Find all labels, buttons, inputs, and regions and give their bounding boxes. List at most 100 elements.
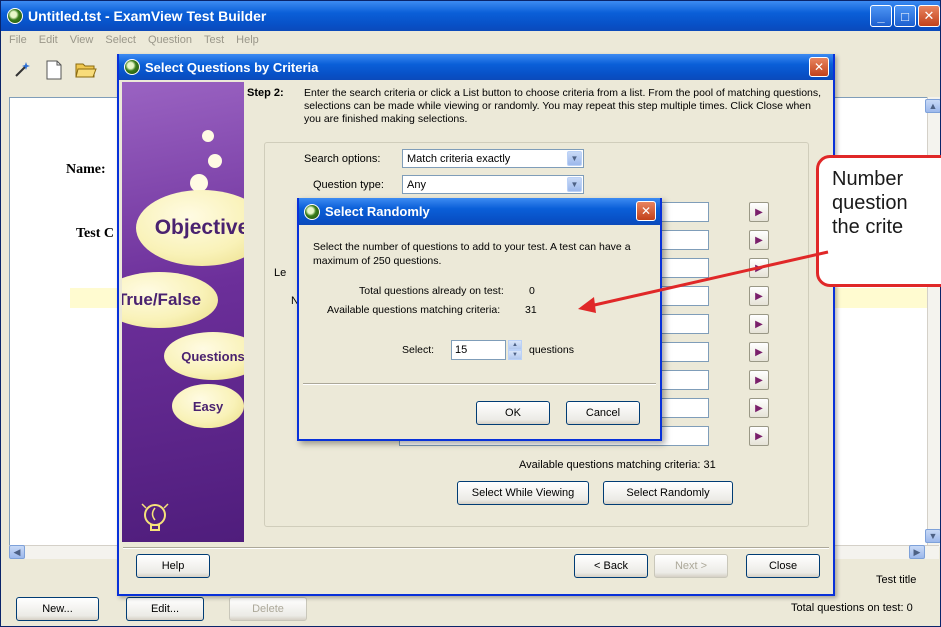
callout-line-1: Number bbox=[832, 168, 904, 190]
question-type-label: Question type: bbox=[313, 179, 384, 191]
select-count-input[interactable]: 15 bbox=[451, 340, 506, 360]
spin-up-icon[interactable]: ▲ bbox=[508, 340, 522, 350]
delete-label: Delete bbox=[252, 603, 284, 615]
questions-bubble: Questions bbox=[164, 332, 244, 380]
close-label: Close bbox=[768, 560, 798, 572]
total-questions-status: Total questions on test: 0 bbox=[791, 602, 913, 614]
spin-down-icon[interactable]: ▼ bbox=[508, 350, 522, 360]
minimize-button[interactable]: _ bbox=[870, 5, 892, 27]
bottom-bar: New... Edit... Delete Total questions on… bbox=[1, 591, 940, 626]
back-label: < Back bbox=[594, 560, 628, 572]
menu-help[interactable]: Help bbox=[236, 34, 259, 46]
help-label: Help bbox=[161, 560, 185, 572]
menu-select[interactable]: Select bbox=[105, 34, 136, 46]
available-questions-text: Available questions matching criteria: 3… bbox=[519, 459, 716, 471]
window-controls: _ □ ✕ bbox=[870, 5, 940, 27]
examview-logo-icon bbox=[304, 203, 320, 220]
random-dialog-close-button[interactable]: ✕ bbox=[636, 201, 656, 221]
random-dialog-description: Select the number of questions to add to… bbox=[313, 241, 631, 267]
new-test-button[interactable]: New... bbox=[16, 597, 99, 621]
true-false-bubble: True/False bbox=[122, 272, 218, 328]
select-while-viewing-label: Select While Viewing bbox=[471, 487, 575, 499]
ok-button[interactable]: OK bbox=[476, 401, 550, 425]
open-folder-icon[interactable] bbox=[75, 59, 97, 81]
quantity-stepper[interactable]: ▲ ▼ bbox=[508, 340, 522, 360]
delete-button[interactable]: Delete bbox=[229, 597, 307, 621]
menu-bar: File Edit View Select Question Test Help bbox=[1, 31, 940, 49]
list-button-icon[interactable]: ▶ bbox=[749, 202, 769, 222]
list-button-icon[interactable]: ▶ bbox=[749, 398, 769, 418]
search-options-value: Match criteria exactly bbox=[407, 152, 511, 165]
step-instructions: Enter the search criteria or click a Lis… bbox=[304, 87, 822, 125]
menu-test[interactable]: Test bbox=[204, 34, 224, 46]
true-false-bubble-label: True/False bbox=[122, 290, 202, 309]
name-label: Name: bbox=[66, 162, 106, 177]
objective-bubble-label: Objective bbox=[154, 216, 244, 239]
list-button-icon[interactable]: ▶ bbox=[749, 342, 769, 362]
bubble-dot bbox=[208, 154, 222, 168]
menu-view[interactable]: View bbox=[70, 34, 94, 46]
app-title: Untitled.tst - ExamView Test Builder bbox=[28, 8, 267, 24]
search-options-select[interactable]: Match criteria exactly ▼ bbox=[402, 149, 584, 168]
list-button-icon[interactable]: ▶ bbox=[749, 230, 769, 250]
step-label: Step 2: bbox=[247, 87, 284, 99]
annotation-callout: Number question the crite bbox=[816, 155, 941, 287]
criteria-dialog-close-button[interactable]: ✕ bbox=[809, 57, 829, 77]
new-document-icon[interactable] bbox=[43, 59, 65, 81]
select-count-label: Select: bbox=[402, 344, 435, 356]
help-button[interactable]: Help bbox=[136, 554, 210, 578]
back-button[interactable]: < Back bbox=[574, 554, 648, 578]
select-randomly-button[interactable]: Select Randomly bbox=[603, 481, 733, 505]
lightbulb-icon bbox=[138, 500, 172, 537]
app-titlebar[interactable]: Untitled.tst - ExamView Test Builder _ □… bbox=[1, 1, 940, 31]
callout-line-3: the crite bbox=[832, 216, 904, 238]
questions-bubble-label: Questions bbox=[181, 348, 244, 364]
ok-label: OK bbox=[505, 407, 521, 419]
dialog-separator bbox=[123, 547, 829, 549]
list-button-icon[interactable]: ▶ bbox=[749, 426, 769, 446]
random-dialog-titlebar[interactable]: Select Randomly ✕ bbox=[299, 198, 660, 225]
select-randomly-label: Select Randomly bbox=[626, 487, 710, 499]
total-questions-label: Total questions already on test: bbox=[359, 285, 504, 297]
menu-question[interactable]: Question bbox=[148, 34, 192, 46]
easy-bubble-label: Easy bbox=[192, 398, 224, 414]
chevron-down-icon[interactable]: ▼ bbox=[567, 177, 582, 192]
available-questions-label: Available questions matching criteria: bbox=[327, 304, 501, 316]
list-button-icon[interactable]: ▶ bbox=[749, 314, 769, 334]
total-questions-value: 0 bbox=[529, 285, 535, 297]
chevron-down-icon[interactable]: ▼ bbox=[567, 151, 582, 166]
easy-bubble: Easy bbox=[172, 384, 244, 428]
search-options-label: Search options: bbox=[304, 153, 381, 165]
question-type-select[interactable]: Any ▼ bbox=[402, 175, 584, 194]
criteria-dialog-titlebar[interactable]: Select Questions by Criteria ✕ bbox=[119, 54, 833, 80]
random-dialog-title: Select Randomly bbox=[325, 204, 430, 219]
select-while-viewing-button[interactable]: Select While Viewing bbox=[457, 481, 589, 505]
maximize-button[interactable]: □ bbox=[894, 5, 916, 27]
menu-edit[interactable]: Edit bbox=[39, 34, 58, 46]
list-button-icon[interactable]: ▶ bbox=[749, 286, 769, 306]
select-count-value: 15 bbox=[455, 344, 468, 356]
examview-logo-icon bbox=[7, 8, 23, 24]
list-button-icon[interactable]: ▶ bbox=[749, 370, 769, 390]
scroll-right-icon[interactable]: ▶ bbox=[909, 545, 925, 559]
scroll-left-icon[interactable]: ◀ bbox=[9, 545, 25, 559]
scroll-down-icon[interactable]: ▼ bbox=[925, 529, 940, 543]
level-label-partial: Le bbox=[274, 267, 287, 279]
test-label: Test C bbox=[76, 226, 114, 241]
scroll-up-icon[interactable]: ▲ bbox=[925, 99, 940, 113]
wand-icon[interactable] bbox=[11, 59, 33, 81]
close-window-button[interactable]: ✕ bbox=[918, 5, 940, 27]
criteria-dialog-title: Select Questions by Criteria bbox=[145, 59, 319, 75]
objective-bubble: Objective bbox=[136, 190, 244, 266]
question-type-value: Any bbox=[407, 178, 426, 191]
next-button[interactable]: Next > bbox=[654, 554, 728, 578]
annotation-callout-clip: Number question the crite bbox=[812, 150, 941, 295]
cancel-button[interactable]: Cancel bbox=[566, 401, 640, 425]
close-button[interactable]: Close bbox=[746, 554, 820, 578]
menu-file[interactable]: File bbox=[9, 34, 27, 46]
available-questions-value: 31 bbox=[525, 304, 537, 316]
questions-unit-label: questions bbox=[529, 344, 574, 356]
edit-button[interactable]: Edit... bbox=[126, 597, 204, 621]
list-button-icon[interactable]: ▶ bbox=[749, 258, 769, 278]
new-test-label: New... bbox=[42, 603, 73, 615]
